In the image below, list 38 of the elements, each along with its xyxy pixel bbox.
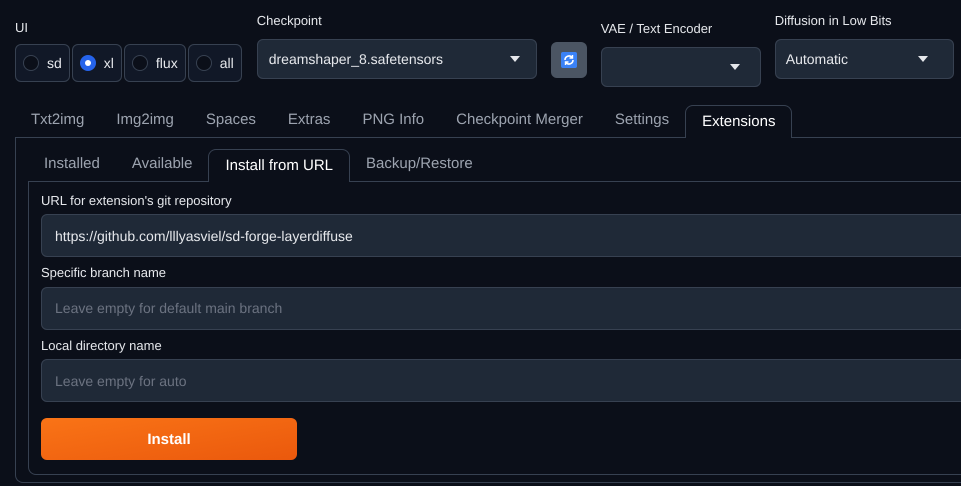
radio-button[interactable]: [132, 54, 148, 71]
sub-tab[interactable]: Backup/Restore: [350, 148, 489, 181]
text-field[interactable]: Leave empty for auto: [41, 359, 961, 402]
radio-button[interactable]: [23, 54, 39, 71]
main-tab[interactable]: Spaces: [190, 104, 272, 137]
field-label: Local directory name: [41, 336, 163, 355]
sub-tab[interactable]: Available: [116, 148, 208, 181]
checkpoint-label: Checkpoint: [256, 12, 323, 30]
dropdown-caret-icon: [918, 56, 928, 62]
main-tab[interactable]: Checkpoint Merger: [440, 104, 599, 137]
main-tab[interactable]: Txt2img: [15, 104, 100, 137]
text-field[interactable]: https://github.com/lllyasviel/sd-forge-layerdiffuse: [41, 214, 961, 258]
sub-tab[interactable]: Installed: [28, 148, 116, 181]
field-label: Specific branch name: [41, 264, 168, 282]
ui-radio-option[interactable]: flux: [124, 44, 186, 82]
main-tab[interactable]: Settings: [598, 104, 686, 137]
sub-tab[interactable]: Install from URL: [208, 148, 350, 182]
vae-dropdown[interactable]: [600, 46, 761, 87]
main-tab[interactable]: Extras: [272, 104, 346, 137]
main-tab[interactable]: PNG Info: [346, 104, 440, 137]
dropdown-caret-icon: [510, 56, 520, 62]
text-field[interactable]: Leave empty for default main branch: [41, 286, 961, 330]
field-label: URL for extension's git repository: [41, 192, 233, 210]
ui-radio-option[interactable]: xl: [72, 44, 122, 82]
main-tab[interactable]: Extensions: [685, 104, 792, 138]
dropdown-caret-icon: [730, 64, 740, 70]
diffusion-label: Diffusion in Low Bits: [774, 12, 893, 30]
ui-label: UI: [15, 19, 29, 37]
refresh-button[interactable]: [550, 42, 587, 78]
checkpoint-dropdown[interactable]: dreamshaper_8.safetensors: [256, 38, 537, 79]
ui-radio-option[interactable]: all: [188, 44, 242, 82]
ui-radio-option[interactable]: sd: [15, 44, 70, 82]
radio-button[interactable]: [80, 54, 96, 71]
main-tab[interactable]: Img2img: [100, 104, 190, 137]
refresh-icon: [560, 52, 577, 68]
vae-label: VAE / Text Encoder: [600, 20, 714, 38]
radio-button[interactable]: [196, 54, 212, 71]
diffusion-dropdown[interactable]: Automatic: [774, 38, 954, 79]
